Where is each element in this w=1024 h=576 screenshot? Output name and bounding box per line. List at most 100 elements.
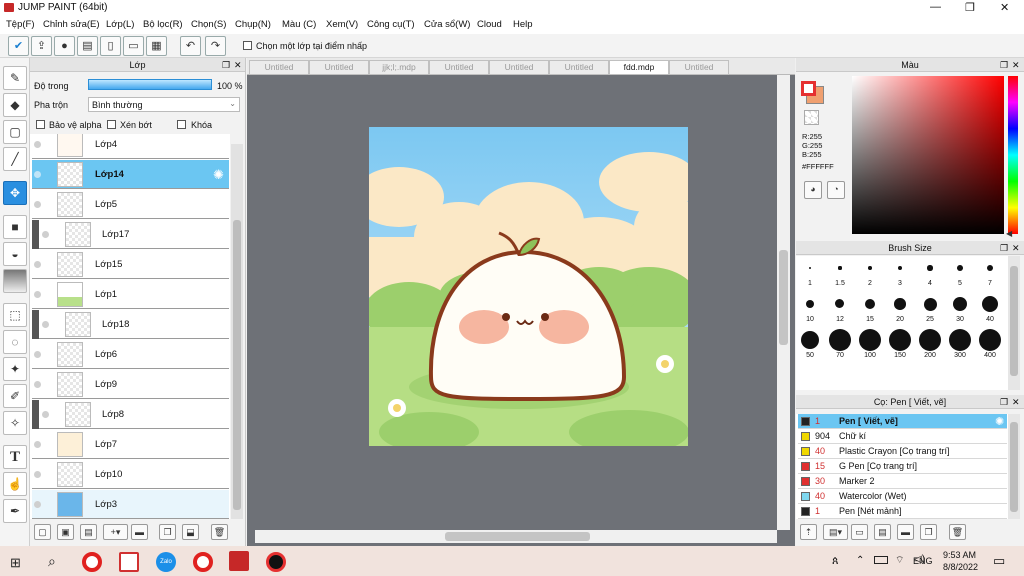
delete-brush-icon[interactable]: 🗑 — [949, 524, 966, 540]
tab-jjk-mdp[interactable]: jjk;l;.mdp — [369, 60, 429, 75]
tab-untitled[interactable]: Untitled — [669, 60, 729, 75]
opera-gx-icon[interactable] — [193, 552, 213, 572]
clock-time[interactable]: 9:53 AM — [943, 550, 976, 560]
menu-color[interactable]: Màu (C) — [282, 19, 316, 30]
brush-size-dot[interactable] — [894, 298, 906, 310]
notification-icon[interactable]: ▭ — [993, 553, 1005, 569]
duplicate-layer-icon[interactable]: ❐ — [159, 524, 176, 540]
eyedropper-tool-icon[interactable]: ✒ — [3, 499, 27, 523]
page-icon[interactable]: ▯ — [100, 36, 121, 56]
brush-size-dot[interactable] — [927, 265, 933, 271]
brush-size-dot[interactable] — [949, 329, 971, 351]
select-layer-checkbox[interactable] — [243, 41, 252, 50]
eye-icon[interactable] — [34, 201, 41, 208]
eye-icon[interactable] — [34, 471, 41, 478]
panel-close-icon[interactable]: ✕ — [1012, 241, 1020, 255]
brush-edit-icon[interactable]: ▭ — [851, 524, 868, 540]
redo-icon[interactable]: ↷ — [205, 36, 226, 56]
brush-item[interactable]: 40 Plastic Crayon [Cọ trang trí] — [798, 444, 1007, 459]
eraser-tool-icon[interactable]: ◆ — [3, 93, 27, 117]
blend-mode-select[interactable]: Bình thường ⌄ — [88, 97, 240, 112]
battery-icon[interactable] — [874, 556, 888, 564]
layer-row[interactable]: Lớp17 — [32, 220, 229, 249]
canvas-vscrollbar[interactable] — [777, 75, 790, 530]
new-layer-8bit-icon[interactable]: ▤ — [80, 524, 97, 540]
layer-row[interactable]: Lớp3 — [32, 490, 229, 519]
close-button[interactable]: ✕ — [1000, 1, 1009, 14]
layer-row[interactable]: Lớp8 — [32, 400, 229, 429]
eye-icon[interactable] — [34, 441, 41, 448]
delete-layer-icon[interactable]: 🗑 — [211, 524, 228, 540]
protect-alpha-checkbox[interactable] — [36, 120, 45, 129]
menu-capture[interactable]: Chụp(N) — [235, 19, 271, 30]
panel-close-icon[interactable]: ✕ — [1012, 58, 1020, 72]
move-tool-icon[interactable]: ✥ — [3, 181, 27, 205]
minimize-button[interactable]: — — [930, 1, 941, 13]
menu-window[interactable]: Cửa sổ(W) — [424, 19, 470, 30]
comment-icon[interactable]: ● — [54, 36, 75, 56]
layer-row-selected[interactable]: Lớp14 ✺ — [32, 160, 229, 189]
clock-date[interactable]: 8/8/2022 — [943, 562, 978, 572]
search-icon[interactable]: ⌕ — [48, 553, 56, 570]
brush-size-dot[interactable] — [923, 297, 937, 311]
brush-copy-icon[interactable]: ▤ — [874, 524, 891, 540]
layer-row[interactable]: Lớp5 — [32, 190, 229, 219]
panel-close-icon[interactable]: ✕ — [1012, 395, 1020, 409]
brush-size-dot[interactable] — [957, 265, 963, 271]
windows-start-icon[interactable]: ⊞ — [10, 555, 21, 571]
menu-help[interactable]: Help — [513, 19, 533, 30]
new-folder-icon[interactable]: ▬ — [131, 524, 148, 540]
panel-float-icon[interactable]: ❐ — [1000, 241, 1008, 255]
new-layer-1bit-icon[interactable]: ▣ — [57, 524, 74, 540]
brush-list-scrollbar[interactable] — [1008, 414, 1020, 519]
maximize-button[interactable]: ❐ — [965, 1, 975, 14]
eye-icon[interactable] — [42, 231, 49, 238]
brush-size-dot[interactable] — [838, 266, 842, 270]
layer-settings-icon[interactable]: ✺ — [213, 167, 224, 183]
panel-float-icon[interactable]: ❐ — [222, 58, 230, 72]
brush-size-dot[interactable] — [864, 298, 876, 310]
eye-icon[interactable] — [42, 321, 49, 328]
chevron-up-icon[interactable]: ⌃ — [856, 555, 864, 566]
jump-paint-taskbar-icon[interactable] — [229, 551, 249, 571]
brush-item[interactable]: 904 Chữ kí — [798, 429, 1007, 444]
brush-list-scroll-thumb[interactable] — [1010, 422, 1018, 512]
record-icon[interactable] — [266, 552, 286, 572]
opacity-slider[interactable] — [88, 79, 212, 90]
vscroll-thumb[interactable] — [779, 250, 788, 345]
brush-settings-icon[interactable]: ✺ — [995, 415, 1004, 428]
brush-size-dot[interactable] — [805, 299, 815, 309]
brush-size-dot[interactable] — [979, 329, 1001, 351]
menu-view[interactable]: Xem(V) — [326, 19, 358, 30]
brush-size-dot[interactable] — [897, 265, 903, 271]
tab-untitled[interactable]: Untitled — [549, 60, 609, 75]
brush-size-scroll-thumb[interactable] — [1010, 266, 1018, 376]
menu-select[interactable]: Chọn(S) — [191, 19, 226, 30]
layer-row[interactable]: Lớp4 — [32, 134, 229, 159]
tab-untitled[interactable]: Untitled — [429, 60, 489, 75]
language-text[interactable]: ENG — [913, 556, 933, 566]
brush-item[interactable]: 30 Marker 2 — [798, 474, 1007, 489]
lasso-tool-icon[interactable]: ◌ — [3, 330, 27, 354]
palette-settings-icon[interactable]: ◔ — [827, 181, 845, 199]
grid-list-icon[interactable]: ▦ — [146, 36, 167, 56]
brush-size-dot[interactable] — [859, 329, 881, 351]
brush-tool-icon[interactable]: ✎ — [3, 66, 27, 90]
panel-float-icon[interactable]: ❐ — [1000, 395, 1008, 409]
new-layer-icon[interactable]: ▢ — [34, 524, 51, 540]
document-icon[interactable]: ▭ — [123, 36, 144, 56]
layer-row[interactable]: Lớp15 — [32, 250, 229, 279]
add-brush-icon[interactable]: ⇡ — [800, 524, 817, 540]
layer-scrollbar-thumb[interactable] — [233, 220, 241, 510]
eye-icon[interactable] — [34, 291, 41, 298]
brush-duplicate-icon[interactable]: ❐ — [920, 524, 937, 540]
clip-checkbox[interactable] — [107, 120, 116, 129]
panel-close-icon[interactable]: ✕ — [234, 58, 242, 72]
transparent-color-swatch[interactable] — [804, 110, 819, 125]
tab-fdd-mdp-active[interactable]: fdd.mdp — [609, 60, 669, 75]
layer-scrollbar[interactable] — [231, 144, 243, 519]
message-icon[interactable]: ▤ — [77, 36, 98, 56]
bucket-tool-icon[interactable]: ◒ — [3, 242, 27, 266]
brush-item[interactable]: 40 Watercolor (Wet) — [798, 489, 1007, 504]
gradient-tool-icon[interactable] — [3, 269, 27, 293]
